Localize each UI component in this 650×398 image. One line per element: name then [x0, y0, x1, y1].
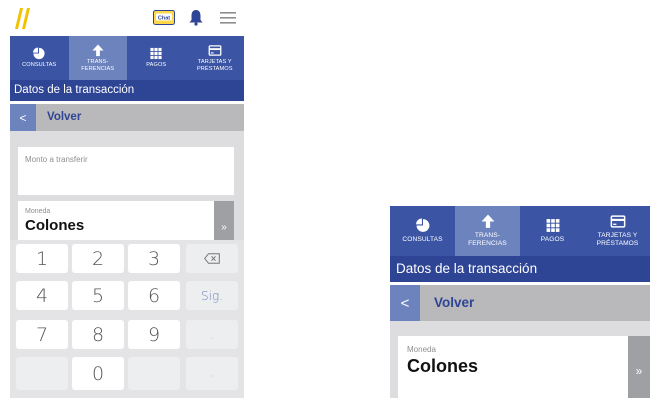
key-0[interactable]: 0	[72, 357, 124, 390]
bell-icon[interactable]	[188, 9, 204, 26]
nav-item-transferencias[interactable]: TRANS- FERENCIAS	[68, 36, 127, 80]
key-7[interactable]: 7	[16, 320, 68, 349]
empty-key	[128, 357, 180, 390]
grid-icon	[150, 48, 162, 60]
chat-icon[interactable]: Chat	[153, 10, 175, 25]
nav-label: PAGOS	[146, 62, 167, 69]
top-bar: Chat	[10, 0, 244, 36]
chat-badge-text: Chat	[158, 15, 170, 21]
currency-label: Moneda	[407, 345, 436, 354]
chevron-left-icon[interactable]: <	[10, 104, 36, 131]
nav-item-tarjetas[interactable]: TARJETAS Y PRÉSTAMOS	[585, 206, 650, 256]
nav-item-transferencias[interactable]: TRANS- FERENCIAS	[455, 206, 520, 256]
nav-label: TRANS- FERENCIAS	[81, 59, 115, 72]
screen-zoomed: CONSULTAS TRANS- FERENCIAS PAGOS TARJETA…	[390, 206, 650, 398]
nav-item-consultas[interactable]: CONSULTAS	[10, 36, 69, 80]
key-9[interactable]: 9	[128, 320, 180, 349]
pie-chart-icon	[33, 47, 45, 60]
backspace-key[interactable]	[186, 244, 238, 273]
nav-label: TRANS- FERENCIAS	[468, 232, 507, 247]
amount-label: Monto a transferir	[25, 155, 88, 164]
dropdown-arrow-icon[interactable]: »	[214, 201, 234, 240]
numeric-keypad: 1 2 3 4 5 6 Sig. 7 8 9 . 0 ,	[10, 240, 244, 398]
back-bar[interactable]: < Volver	[10, 104, 244, 131]
nav-label: CONSULTAS	[22, 62, 57, 69]
key-8[interactable]: 8	[72, 320, 124, 349]
menu-icon[interactable]	[220, 11, 236, 25]
key-6[interactable]: 6	[128, 281, 180, 310]
back-label[interactable]: Volver	[47, 111, 81, 123]
currency-select[interactable]: Moneda Colones	[18, 201, 214, 240]
card-icon	[208, 45, 222, 56]
pie-chart-icon	[415, 218, 429, 233]
dropdown-arrow-icon[interactable]: »	[628, 336, 650, 398]
section-title: Datos de la transacción	[390, 256, 650, 282]
arrow-up-icon	[92, 44, 104, 57]
grid-icon	[546, 219, 559, 233]
comma-key[interactable]: ,	[186, 357, 238, 390]
back-bar[interactable]: < Volver	[390, 285, 650, 321]
backspace-icon	[204, 253, 220, 264]
main-nav: CONSULTAS TRANS- FERENCIAS PAGOS TARJETA…	[10, 36, 244, 80]
nav-label: TARJETAS Y PRÉSTAMOS	[596, 232, 639, 247]
currency-select[interactable]: Moneda Colones	[398, 336, 628, 398]
currency-value: Colones	[407, 356, 479, 376]
nav-item-tarjetas[interactable]: TARJETAS Y PRÉSTAMOS	[186, 36, 245, 80]
next-key[interactable]: Sig.	[186, 281, 238, 310]
back-label[interactable]: Volver	[434, 295, 474, 310]
decimal-key[interactable]: .	[186, 320, 238, 349]
key-4[interactable]: 4	[16, 281, 68, 310]
key-5[interactable]: 5	[72, 281, 124, 310]
nav-item-consultas[interactable]: CONSULTAS	[390, 206, 455, 256]
card-icon	[610, 215, 625, 229]
nav-item-pagos[interactable]: PAGOS	[520, 206, 585, 256]
nav-label: CONSULTAS	[402, 236, 443, 244]
nav-label: TARJETAS Y PRÉSTAMOS	[196, 59, 233, 72]
currency-label: Moneda	[25, 208, 51, 215]
key-3[interactable]: 3	[128, 244, 180, 273]
bank-logo	[15, 8, 30, 29]
chevron-left-icon[interactable]: <	[390, 285, 420, 321]
section-title: Datos de la transacción	[10, 80, 244, 101]
currency-value: Colones	[25, 217, 85, 234]
nav-label: PAGOS	[540, 236, 565, 244]
main-nav: CONSULTAS TRANS- FERENCIAS PAGOS TARJETA…	[390, 206, 650, 256]
empty-key	[16, 357, 68, 390]
arrow-up-icon	[481, 214, 494, 229]
key-1[interactable]: 1	[16, 244, 68, 273]
key-2[interactable]: 2	[72, 244, 124, 273]
screen-full: Chat CONSULTAS TRANS- FERENCIAS PAGOS TA…	[10, 0, 244, 398]
nav-item-pagos[interactable]: PAGOS	[127, 36, 186, 80]
amount-field[interactable]: Monto a transferir	[18, 147, 234, 195]
